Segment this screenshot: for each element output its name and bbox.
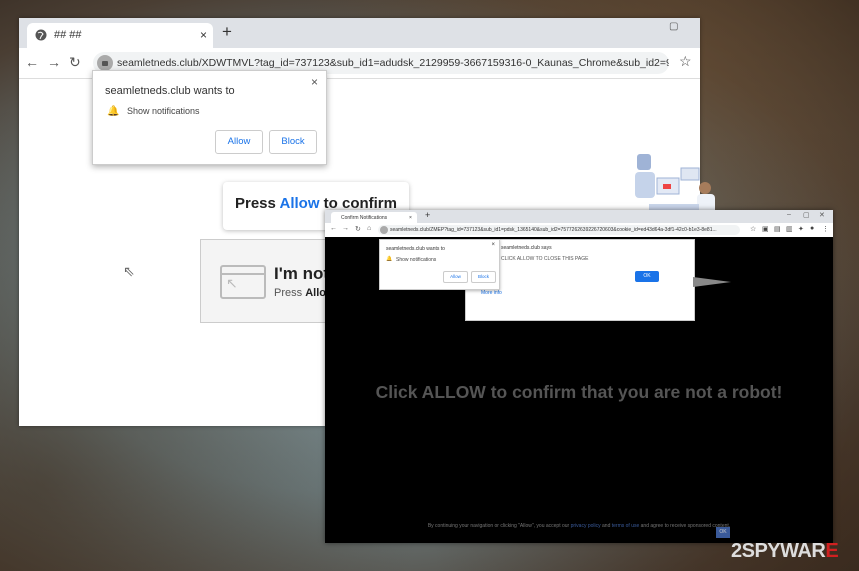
tab-bar: ## ## × + ▢ [19, 18, 700, 48]
popup-permission-item: Show notifications [127, 106, 200, 116]
site-info-icon[interactable] [380, 226, 388, 234]
watermark-logo: 2SPYWARE [731, 540, 839, 562]
tab-close-icon[interactable]: × [409, 215, 412, 221]
allow-button[interactable]: Allow [215, 130, 263, 154]
bell-icon: 🔔 [386, 256, 393, 262]
extension-icon[interactable]: ▣ [762, 225, 769, 233]
address-bar[interactable]: seamletneds.club/ZMEP?tag_id=737123&sub_… [378, 225, 740, 235]
maximize-icon[interactable]: ▢ [803, 211, 810, 219]
new-tab-button[interactable]: + [425, 210, 430, 220]
privacy-policy-link[interactable]: privacy policy [571, 523, 601, 529]
bookmark-star-icon[interactable]: ☆ [750, 225, 756, 233]
footer-ok-button[interactable]: OK [716, 527, 730, 538]
bell-icon: 🔔 [107, 106, 120, 117]
tab-close-icon[interactable]: × [200, 28, 207, 42]
block-button[interactable]: Block [471, 271, 496, 283]
browser-window-icon [220, 265, 266, 299]
toolbar: ← → ↻ ⌂ seamletneds.club/ZMEP?tag_id=737… [325, 223, 833, 237]
url-text: seamletneds.club/XDWTMVL?tag_id=737123&s… [117, 57, 669, 69]
reload-icon[interactable]: ↻ [355, 225, 361, 233]
forward-icon[interactable]: → [47, 54, 61, 70]
home-icon[interactable]: ⌂ [367, 225, 371, 232]
alert-header: seamletneds.club says [501, 245, 552, 251]
popup-close-icon[interactable]: × [311, 75, 318, 89]
block-button[interactable]: Block [269, 130, 317, 154]
popup-close-icon[interactable]: × [491, 242, 495, 248]
back-icon[interactable]: ← [25, 54, 39, 70]
forward-icon[interactable]: → [342, 225, 349, 232]
popup-title: seamletneds.club wants to [386, 246, 445, 252]
back-icon[interactable]: ← [330, 225, 337, 232]
terms-link[interactable]: terms of use [612, 523, 640, 529]
pointer-arrow [693, 277, 731, 287]
minimize-icon[interactable]: – [787, 211, 791, 218]
mouse-cursor-icon: ⇖ [123, 263, 135, 279]
close-window-icon[interactable]: ✕ [819, 211, 825, 219]
globe-icon [35, 29, 47, 41]
browser-tab[interactable]: ## ## × [27, 23, 213, 48]
extension-icon[interactable]: ▤ [774, 225, 781, 233]
tab-bar: Confirm Notifications × + – ▢ ✕ [325, 210, 833, 223]
more-info-link[interactable]: More info [481, 290, 502, 296]
robot-confirm-text: Click ALLOW to confirm that you are not … [375, 382, 783, 402]
tab-title: ## ## [54, 29, 82, 41]
notification-permission-popup: seamletneds.club wants to × 🔔 Show notif… [379, 239, 500, 290]
popup-permission-item: Show notifications [396, 257, 437, 263]
site-info-icon[interactable] [97, 55, 113, 71]
browser-window-second: Confirm Notifications × + – ▢ ✕ ← → ↻ ⌂ … [325, 210, 833, 543]
alert-ok-button[interactable]: OK [635, 271, 659, 282]
new-tab-button[interactable]: + [222, 22, 232, 42]
menu-icon[interactable]: ⋮ [822, 225, 829, 233]
window-control-icon[interactable]: ▢ [669, 21, 678, 32]
bookmark-star-icon[interactable]: ☆ [679, 53, 692, 70]
consent-footer: By continuing your navigation or clickin… [427, 523, 731, 529]
reload-icon[interactable]: ↻ [69, 54, 81, 71]
profile-icon[interactable]: ● [810, 225, 814, 232]
tab-title: Confirm Notifications [341, 215, 388, 221]
press-prefix: Press [234, 195, 276, 212]
popup-title: seamletneds.club wants to [105, 85, 235, 97]
alert-message: CLICK ALLOW TO CLOSE THIS PAGE [501, 256, 589, 262]
puzzle-icon[interactable]: ✦ [798, 225, 804, 233]
url-text: seamletneds.club/ZMEP?tag_id=737123&sub_… [390, 227, 717, 233]
notification-permission-popup: seamletneds.club wants to × 🔔 Show notif… [92, 70, 327, 165]
extension-icon[interactable]: ▥ [786, 225, 793, 233]
browser-tab[interactable]: Confirm Notifications × [331, 212, 417, 223]
press-highlight: Allow [279, 195, 320, 212]
allow-button[interactable]: Allow [443, 271, 468, 283]
